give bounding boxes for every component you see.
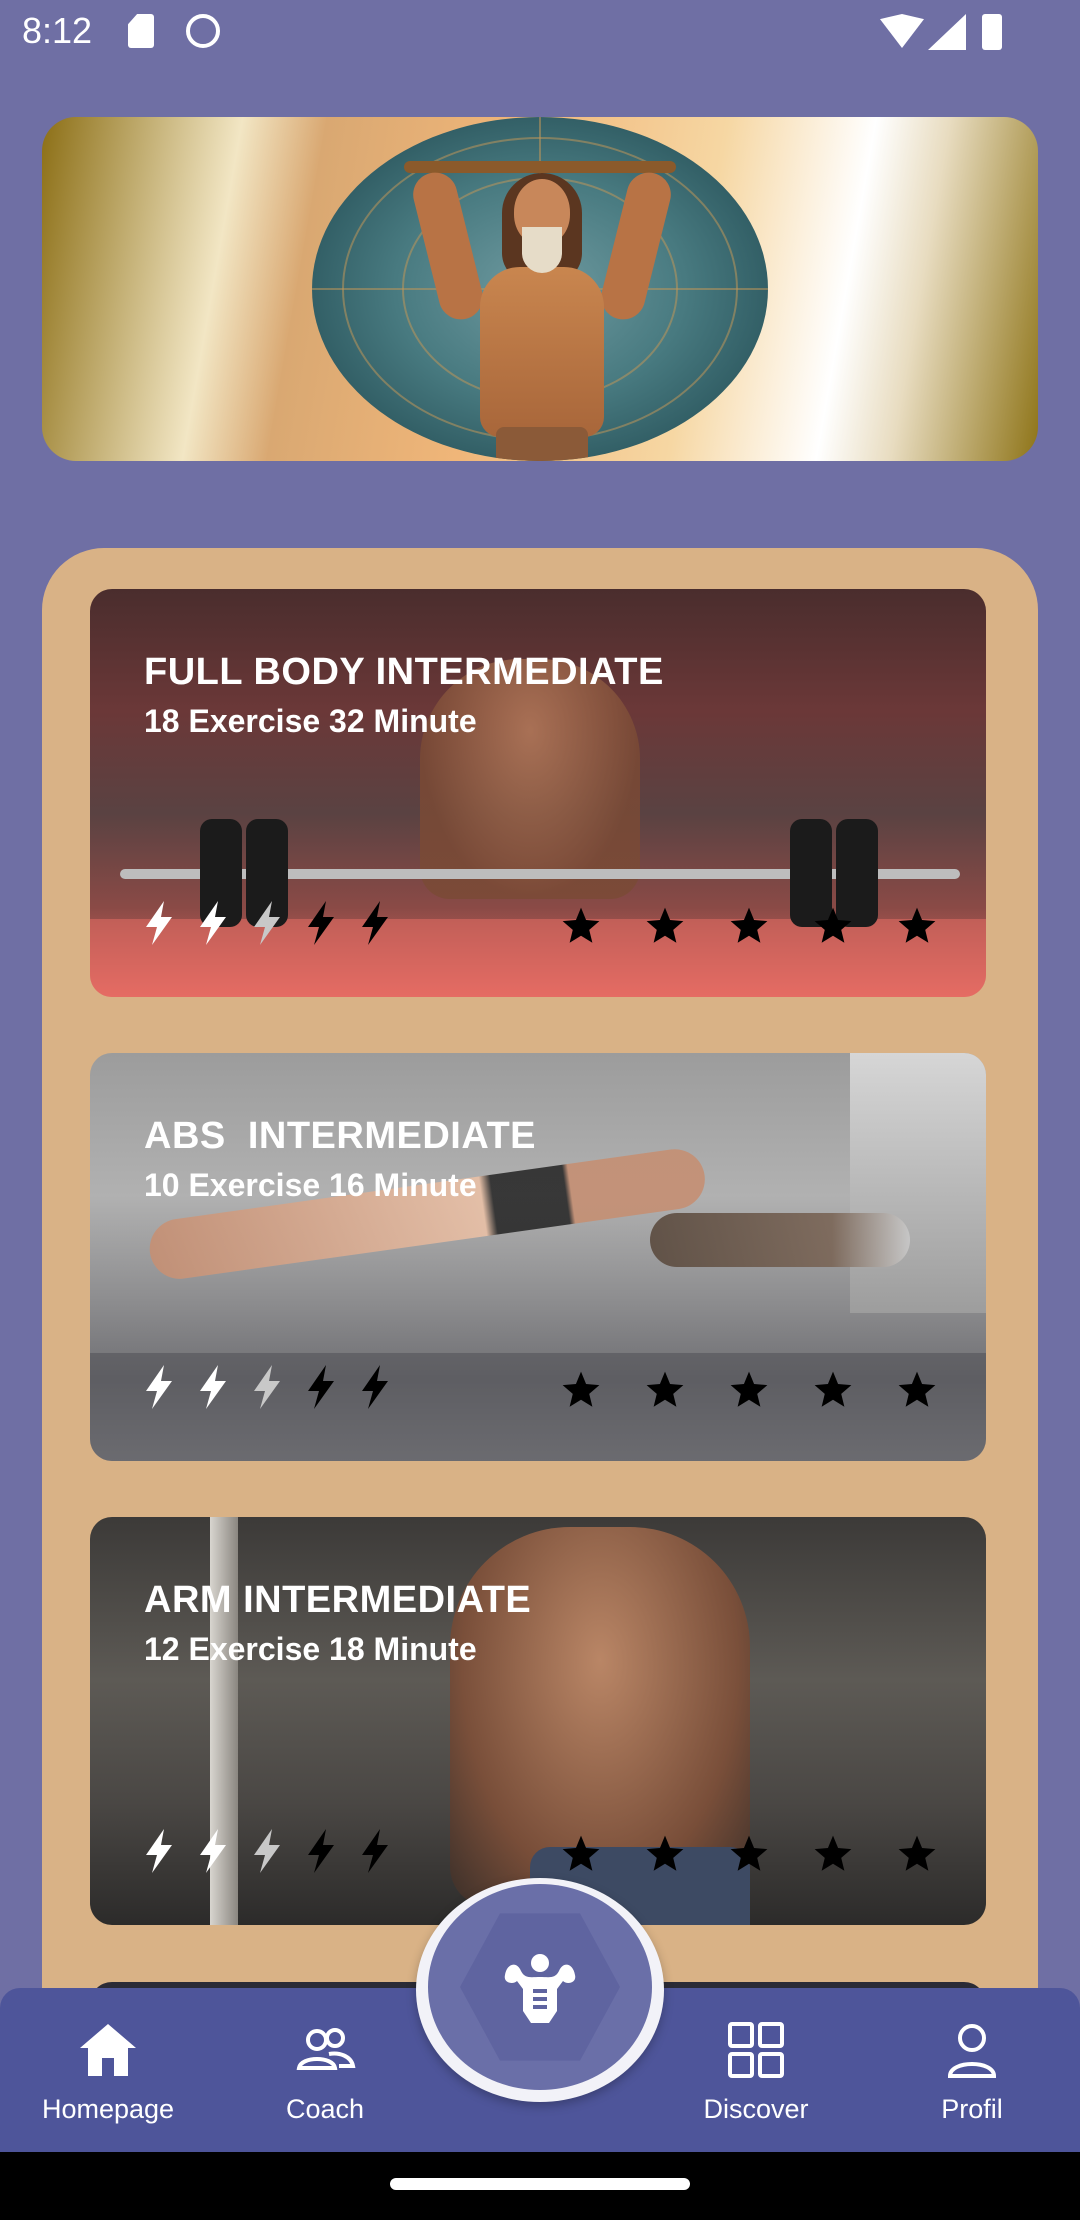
nav-label-coach: Coach bbox=[285, 2094, 365, 2124]
workout-card-arm[interactable]: ARM INTERMEDIATE 12 Exercise 18 Minute bbox=[90, 1517, 986, 1925]
lightning-icon bbox=[200, 1829, 226, 1873]
lightning-icon bbox=[308, 901, 334, 945]
nav-label-homepage: Homepage bbox=[41, 2094, 175, 2124]
lightning-icon bbox=[146, 1365, 172, 1409]
person-icon bbox=[947, 2024, 997, 2078]
lightning-icon bbox=[200, 1365, 226, 1409]
grid-icon bbox=[728, 2022, 784, 2078]
star-icon bbox=[562, 1371, 600, 1407]
star-icon bbox=[814, 1835, 852, 1871]
workout-title: ARM INTERMEDIATE bbox=[144, 1579, 532, 1621]
workout-subtitle: 12 Exercise 18 Minute bbox=[144, 1631, 477, 1667]
status-time: 8:12 bbox=[22, 10, 93, 51]
lightning-icon bbox=[254, 901, 280, 945]
lightning-icon bbox=[200, 901, 226, 945]
star-icon bbox=[814, 907, 852, 943]
battery-icon bbox=[982, 14, 1002, 50]
lightning-icon bbox=[308, 1365, 334, 1409]
bodybuilder-icon bbox=[504, 1954, 576, 2023]
nav-discover[interactable]: Discover bbox=[666, 2018, 846, 2148]
lightning-icon bbox=[308, 1829, 334, 1873]
signal-icon bbox=[928, 14, 966, 50]
star-rating bbox=[560, 905, 938, 947]
status-bar: 8:12 bbox=[0, 0, 1080, 64]
center-workout-button[interactable] bbox=[428, 1884, 652, 2090]
nav-label-discover: Discover bbox=[703, 2094, 809, 2124]
star-icon bbox=[562, 907, 600, 943]
hero-banner bbox=[42, 117, 1038, 461]
lightning-icon bbox=[362, 1829, 388, 1873]
star-icon bbox=[646, 907, 684, 943]
home-gesture-pill[interactable] bbox=[390, 2178, 690, 2190]
system-navigation-bar bbox=[0, 2152, 1080, 2220]
intensity-rating bbox=[144, 1365, 390, 1409]
sd-card-icon bbox=[128, 14, 154, 48]
lightning-icon bbox=[254, 1365, 280, 1409]
lightning-icon bbox=[146, 901, 172, 945]
workout-title: FULL BODY INTERMEDIATE bbox=[144, 651, 664, 693]
star-icon bbox=[730, 1835, 768, 1871]
people-icon bbox=[296, 2028, 356, 2070]
lightning-icon bbox=[146, 1829, 172, 1873]
star-icon bbox=[898, 1371, 936, 1407]
star-icon bbox=[898, 907, 936, 943]
workout-card-abs[interactable]: ABS INTERMEDIATE 10 Exercise 16 Minute bbox=[90, 1053, 986, 1461]
intensity-rating bbox=[144, 1829, 390, 1873]
lightning-icon bbox=[254, 1829, 280, 1873]
cat-icon bbox=[186, 14, 220, 48]
star-rating bbox=[560, 1369, 938, 1411]
titan-medallion-image bbox=[312, 117, 768, 461]
star-icon bbox=[646, 1835, 684, 1871]
nav-homepage[interactable]: Homepage bbox=[18, 2018, 198, 2148]
home-icon bbox=[80, 2024, 136, 2076]
star-icon bbox=[730, 1371, 768, 1407]
workout-card-full-body[interactable]: FULL BODY INTERMEDIATE 18 Exercise 32 Mi… bbox=[90, 589, 986, 997]
wifi-icon bbox=[880, 14, 924, 48]
workout-subtitle: 18 Exercise 32 Minute bbox=[144, 703, 477, 739]
lightning-icon bbox=[362, 1365, 388, 1409]
workout-title: ABS INTERMEDIATE bbox=[144, 1115, 537, 1157]
star-icon bbox=[646, 1371, 684, 1407]
star-icon bbox=[898, 1835, 936, 1871]
workout-subtitle: 10 Exercise 16 Minute bbox=[144, 1167, 477, 1203]
star-rating bbox=[560, 1833, 938, 1875]
nav-coach[interactable]: Coach bbox=[235, 2018, 415, 2148]
lightning-icon bbox=[362, 901, 388, 945]
star-icon bbox=[562, 1835, 600, 1871]
star-icon bbox=[730, 907, 768, 943]
star-icon bbox=[814, 1371, 852, 1407]
nav-label-profil: Profil bbox=[941, 2094, 1003, 2124]
intensity-rating bbox=[144, 901, 390, 945]
nav-profil[interactable]: Profil bbox=[882, 2018, 1062, 2148]
